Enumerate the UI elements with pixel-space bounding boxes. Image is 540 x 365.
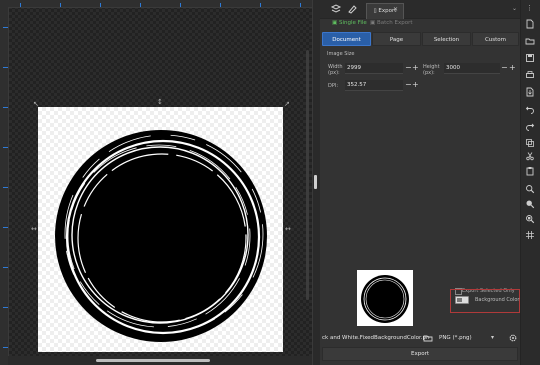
- transform-handle-left[interactable]: ↔: [31, 226, 37, 233]
- background-color-toggle[interactable]: [455, 296, 469, 304]
- layers-icon[interactable]: [330, 3, 342, 15]
- grid-icon[interactable]: [525, 230, 535, 240]
- mode-selection-button[interactable]: Selection: [422, 32, 471, 46]
- dpi-increment[interactable]: +: [412, 81, 419, 89]
- horizontal-scrollbar-thumb[interactable]: [96, 359, 210, 362]
- ruler-vertical: [0, 7, 9, 365]
- transform-handle-top[interactable]: ↕: [157, 99, 163, 106]
- ruler-horizontal: [0, 0, 312, 8]
- page-canvas[interactable]: [38, 107, 283, 352]
- mode-document-button[interactable]: Document: [322, 32, 371, 46]
- zoom-drawing-icon[interactable]: [525, 199, 535, 209]
- mode-custom-button[interactable]: Custom: [472, 32, 519, 46]
- print-icon[interactable]: [525, 70, 535, 80]
- chevron-down-icon[interactable]: ⌄: [512, 5, 517, 12]
- transform-handle-tl[interactable]: ↖: [33, 101, 39, 108]
- single-file-link[interactable]: ▣ Single File: [332, 20, 367, 26]
- width-label: Width (px):: [328, 64, 343, 76]
- height-label: Height (px):: [423, 64, 440, 76]
- width-decrement[interactable]: −: [405, 64, 412, 72]
- paste-icon[interactable]: [525, 166, 535, 176]
- folder-icon[interactable]: [423, 333, 433, 343]
- brush-icon[interactable]: [346, 3, 358, 15]
- splitter-grip[interactable]: [314, 175, 317, 189]
- height-increment[interactable]: +: [509, 64, 516, 72]
- zoom-icon[interactable]: [525, 184, 535, 194]
- toolbar-menu-icon[interactable]: ⋮: [526, 4, 533, 12]
- tab-export[interactable]: ▯ Export: [366, 3, 404, 19]
- height-input[interactable]: 3000: [444, 63, 500, 74]
- transform-handle-tr[interactable]: ↗: [284, 101, 290, 108]
- chevron-down-icon[interactable]: ▾: [491, 332, 494, 344]
- import-icon[interactable]: [525, 87, 535, 97]
- batch-export-icon: ▣: [370, 20, 376, 26]
- open-file-icon[interactable]: [525, 36, 535, 46]
- dpi-input[interactable]: 352.57: [345, 80, 403, 91]
- single-file-icon: ▣: [332, 20, 338, 26]
- redo-icon[interactable]: [525, 121, 535, 131]
- background-color-label: Background Color: [475, 297, 520, 303]
- transform-handle-right[interactable]: ↔: [285, 226, 291, 233]
- export-button[interactable]: Export: [322, 347, 518, 361]
- zoom-page-icon[interactable]: [525, 214, 535, 224]
- width-increment[interactable]: +: [412, 64, 419, 72]
- width-input[interactable]: 2999: [345, 63, 403, 74]
- vertical-scrollbar-thumb[interactable]: [306, 50, 309, 300]
- circle-artwork[interactable]: [38, 107, 283, 352]
- document-icon: ▯: [373, 8, 377, 14]
- cut-icon[interactable]: [525, 151, 535, 161]
- dpi-label: DPI:: [328, 83, 339, 89]
- filename-input[interactable]: ck and White.FixedBackgroundColor.png: [322, 332, 430, 344]
- height-decrement[interactable]: −: [501, 64, 508, 72]
- new-file-icon[interactable]: [525, 19, 535, 29]
- batch-export-link[interactable]: ▣ Batch Export: [370, 20, 413, 26]
- mode-page-button[interactable]: Page: [372, 32, 421, 46]
- export-preview: [357, 270, 413, 326]
- undo-icon[interactable]: [525, 104, 535, 114]
- dpi-decrement[interactable]: −: [405, 81, 412, 89]
- copy-icon[interactable]: [525, 138, 535, 148]
- tab-close-icon[interactable]: ✕: [393, 3, 398, 17]
- save-icon[interactable]: [525, 53, 535, 63]
- gear-icon[interactable]: [508, 333, 518, 343]
- image-size-heading: Image Size: [327, 51, 355, 57]
